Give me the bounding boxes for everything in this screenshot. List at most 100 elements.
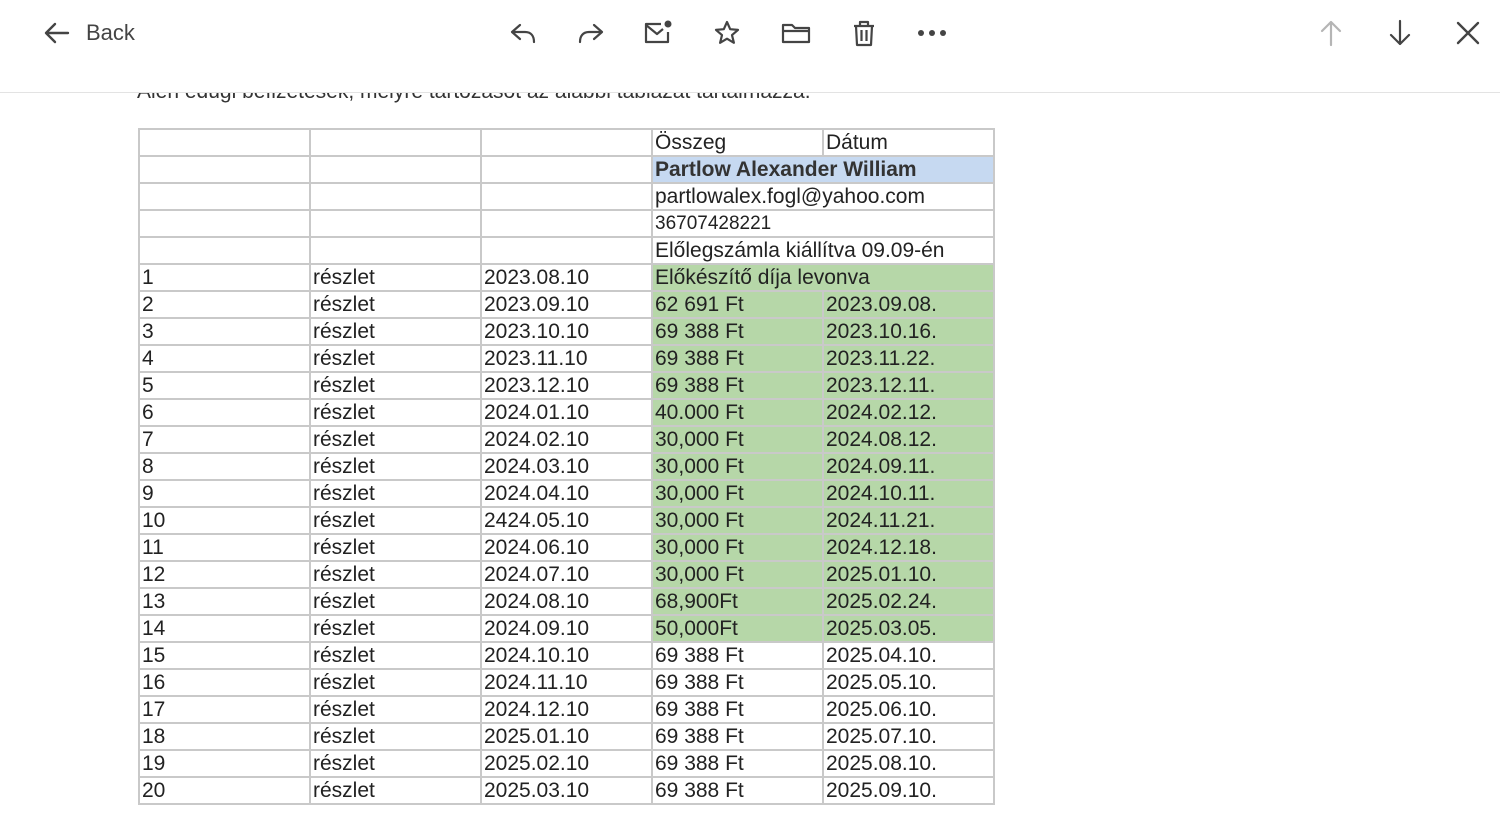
installment-number: 4	[138, 344, 311, 373]
installment-type: részlet	[309, 560, 482, 589]
installment-row: 13 részlet 2024.08.10 68,900Ft 2025.02.24.	[138, 587, 995, 616]
table-row: Partlow Alexander William	[138, 155, 995, 184]
move-to-folder-button[interactable]	[776, 13, 816, 53]
next-message-button[interactable]	[1380, 13, 1420, 53]
installment-number: 5	[138, 371, 311, 400]
installment-number: 3	[138, 317, 311, 346]
installment-due-date: 2023.09.10	[480, 290, 653, 319]
installment-row: 15 részlet 2024.10.10 69 388 Ft 2025.04.10.	[138, 641, 995, 670]
intro-text: Alen edugi befizetések, melyre tartozáso…	[137, 92, 1037, 104]
installment-type: részlet	[309, 452, 482, 481]
installment-number: 15	[138, 641, 311, 670]
paid-date: 2025.09.10.	[822, 776, 995, 805]
installment-due-date: 2024.11.10	[480, 668, 653, 697]
installment-row: 8 részlet 2024.03.10 30,000 Ft 2024.09.11.	[138, 452, 995, 481]
paid-amount: 30,000 Ft	[651, 479, 824, 508]
installment-type: részlet	[309, 479, 482, 508]
paid-amount: 69 388 Ft	[651, 749, 824, 778]
more-options-button[interactable]	[912, 13, 952, 53]
paid-amount: 69 388 Ft	[651, 641, 824, 670]
installment-due-date: 2023.08.10	[480, 263, 653, 292]
paid-date: 2023.12.11.	[822, 371, 995, 400]
paid-amount: 69 388 Ft	[651, 371, 824, 400]
mark-unread-button[interactable]	[638, 13, 678, 53]
installment-row: 4 részlet 2023.11.10 69 388 Ft 2023.11.22.	[138, 344, 995, 373]
mark-unread-icon	[641, 17, 675, 49]
installment-row: 9 részlet 2024.04.10 30,000 Ft 2024.10.11.	[138, 479, 995, 508]
paid-amount: 50,000Ft	[651, 614, 824, 643]
delete-button[interactable]	[844, 13, 884, 53]
paid-date: 2025.02.24.	[822, 587, 995, 616]
next-arrow-icon	[1385, 17, 1415, 49]
more-icon	[915, 17, 949, 49]
installment-row: 17 részlet 2024.12.10 69 388 Ft 2025.06.10.	[138, 695, 995, 724]
paid-amount: 62 691 Ft	[651, 290, 824, 319]
installment-due-date: 2023.11.10	[480, 344, 653, 373]
folder-icon	[779, 17, 813, 49]
paid-date: 2024.10.11.	[822, 479, 995, 508]
paid-date: 2025.08.10.	[822, 749, 995, 778]
installment-row: 16 részlet 2024.11.10 69 388 Ft 2025.05.10.	[138, 668, 995, 697]
paid-date: 2024.08.12.	[822, 425, 995, 454]
paid-amount: 30,000 Ft	[651, 425, 824, 454]
installment-type: részlet	[309, 641, 482, 670]
close-icon	[1453, 18, 1483, 48]
installment-row: 6 részlet 2024.01.10 40.000 Ft 2024.02.12.	[138, 398, 995, 427]
installment-row: 2 részlet 2023.09.10 62 691 Ft 2023.09.08.	[138, 290, 995, 319]
installment-number: 13	[138, 587, 311, 616]
installment-row: 12 részlet 2024.07.10 30,000 Ft 2025.01.10.	[138, 560, 995, 589]
installment-number: 20	[138, 776, 311, 805]
paid-date: 2023.11.22.	[822, 344, 995, 373]
installment-type: részlet	[309, 614, 482, 643]
installment-due-date: 2023.10.10	[480, 317, 653, 346]
installment-row: 10 részlet 2424.05.10 30,000 Ft 2024.11.21.	[138, 506, 995, 535]
installment-due-date: 2024.08.10	[480, 587, 653, 616]
reply-button[interactable]	[503, 13, 543, 53]
paid-amount: 68,900Ft	[651, 587, 824, 616]
installment-table: Összeg Dátum Partlow Alexander William p…	[138, 128, 995, 805]
forward-icon	[575, 17, 607, 49]
paid-date: 2025.06.10.	[822, 695, 995, 724]
installment-type: részlet	[309, 290, 482, 319]
installment-type: részlet	[309, 371, 482, 400]
installment-due-date: 2024.03.10	[480, 452, 653, 481]
paid-date: 2023.09.08.	[822, 290, 995, 319]
installment-number: 12	[138, 560, 311, 589]
table-row: 36707428221	[138, 209, 995, 238]
installment-due-date: 2024.07.10	[480, 560, 653, 589]
installment-due-date: 2024.12.10	[480, 695, 653, 724]
installment-number: 6	[138, 398, 311, 427]
paid-amount: 69 388 Ft	[651, 776, 824, 805]
close-button[interactable]	[1448, 13, 1488, 53]
installment-type: részlet	[309, 398, 482, 427]
installment-number: 2	[138, 290, 311, 319]
reply-icon	[507, 17, 539, 49]
installment-number: 16	[138, 668, 311, 697]
message-body: Alen edugi befizetések, melyre tartozáso…	[0, 92, 1500, 840]
installment-due-date: 2023.12.10	[480, 371, 653, 400]
installment-type: részlet	[309, 533, 482, 562]
installment-type: részlet	[309, 425, 482, 454]
installment-row: 18 részlet 2025.01.10 69 388 Ft 2025.07.10.	[138, 722, 995, 751]
star-button[interactable]	[707, 13, 747, 53]
forward-button[interactable]	[571, 13, 611, 53]
table-row: partlowalex.fogl@yahoo.com	[138, 182, 995, 211]
previous-message-button[interactable]	[1311, 13, 1351, 53]
installment-number: 19	[138, 749, 311, 778]
back-label: Back	[86, 20, 135, 45]
installment-number: 8	[138, 452, 311, 481]
installment-due-date: 2025.02.10	[480, 749, 653, 778]
paid-amount: 30,000 Ft	[651, 506, 824, 535]
installment-number: 7	[138, 425, 311, 454]
installment-due-date: 2024.06.10	[480, 533, 653, 562]
installment-number: 10	[138, 506, 311, 535]
paid-date: 2025.03.05.	[822, 614, 995, 643]
paid-amount: 69 388 Ft	[651, 695, 824, 724]
back-arrow-icon	[42, 18, 72, 48]
back-button[interactable]: Back	[42, 13, 152, 53]
installment-type: részlet	[309, 776, 482, 805]
installment-due-date: 2024.02.10	[480, 425, 653, 454]
paid-amount: 69 388 Ft	[651, 344, 824, 373]
customer-email: partlowalex.fogl@yahoo.com	[651, 182, 995, 211]
installment-row: 5 részlet 2023.12.10 69 388 Ft 2023.12.11.	[138, 371, 995, 400]
